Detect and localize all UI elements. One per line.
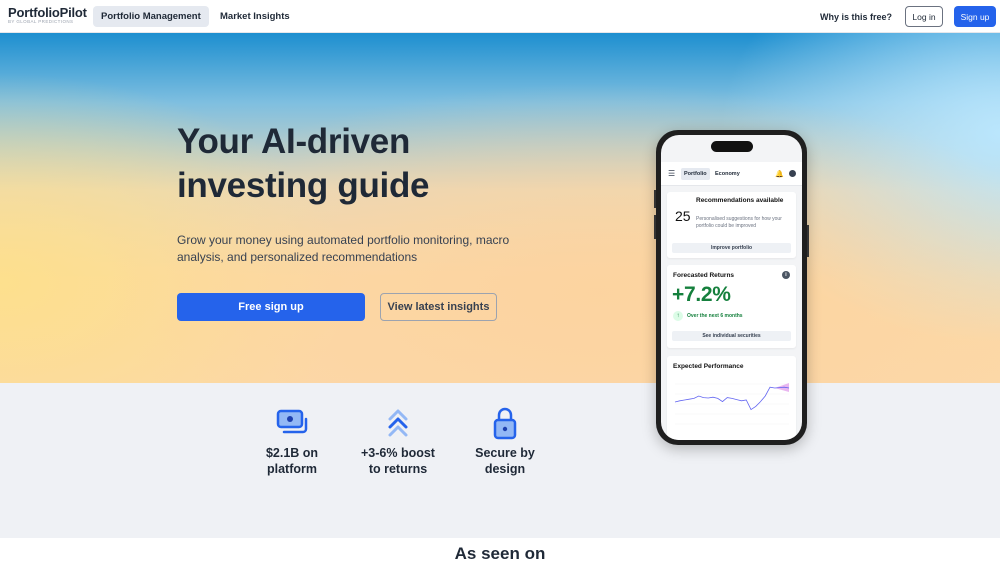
performance-line	[674, 386, 790, 411]
recommendations-card: 25 Recommendations available Personalise…	[667, 192, 796, 258]
forecasted-returns-card: Forecasted Returns i +7.2% ↑ Over the ne…	[667, 265, 796, 348]
feature-platform-line1: $2.1B on	[265, 446, 319, 460]
top-navbar: PortfolioPilot BY GLOBAL PREDICTIONS Por…	[0, 0, 1000, 33]
logo[interactable]: PortfolioPilot BY GLOBAL PREDICTIONS	[8, 6, 87, 25]
nav-tab-market-insights[interactable]: Market Insights	[212, 6, 298, 27]
recommendations-count: 25	[675, 208, 691, 224]
dynamic-island	[710, 141, 753, 152]
feature-platform: $2.1B on platform	[232, 405, 352, 477]
feature-boost-line1: +3-6% boost	[361, 446, 435, 460]
forecasted-returns-title: Forecasted Returns	[673, 272, 735, 279]
hero-title-line2: investing guide	[177, 166, 430, 205]
arrow-up-icon: ↑	[673, 311, 683, 321]
hero-subtitle: Grow your money using automated portfoli…	[177, 233, 510, 264]
free-signup-button[interactable]: Free sign up	[177, 293, 365, 321]
phone-power-button	[807, 225, 809, 257]
performance-chart	[674, 383, 790, 425]
why-free-link[interactable]: Why is this free?	[820, 6, 892, 27]
hero-title-line1: Your AI-driven	[177, 122, 411, 161]
phone-navbar: ☰ Portfolio Economy 🔔	[661, 162, 802, 186]
recommendations-title: Recommendations available	[696, 197, 784, 204]
feature-boost-line2: to returns	[368, 462, 428, 476]
feature-platform-line2: platform	[267, 462, 317, 476]
chevrons-up-icon	[388, 409, 408, 437]
user-icon[interactable]	[789, 170, 796, 177]
phone-side-button	[654, 190, 656, 208]
hero-section	[0, 33, 1000, 383]
feature-secure: Secure by design	[445, 405, 565, 477]
forecasted-returns-value: +7.2%	[672, 283, 731, 306]
signup-button[interactable]: Sign up	[954, 6, 996, 27]
bell-icon[interactable]: 🔔	[775, 170, 784, 178]
feature-boost: +3-6% boost to returns	[338, 405, 458, 477]
expected-performance-title: Expected Performance	[673, 363, 744, 370]
money-icon	[276, 409, 308, 434]
info-icon[interactable]: i	[782, 271, 790, 279]
phone-screen: ☰ Portfolio Economy 🔔 25 Recommendations…	[661, 135, 802, 440]
phone-tab-portfolio[interactable]: Portfolio	[681, 167, 710, 180]
expected-performance-card: Expected Performance	[667, 356, 796, 440]
improve-portfolio-button[interactable]: Improve portfolio	[672, 243, 791, 253]
hero-title: Your AI-driven investing guide	[177, 120, 430, 208]
login-button[interactable]: Log in	[905, 6, 943, 27]
nav-tab-portfolio-management[interactable]: Portfolio Management	[93, 6, 209, 27]
lock-icon	[493, 407, 517, 440]
phone-mockup: ☰ Portfolio Economy 🔔 25 Recommendations…	[654, 130, 809, 445]
phone-tab-economy[interactable]: Economy	[712, 168, 743, 180]
forecast-period: Over the next 6 months	[687, 313, 743, 319]
view-insights-button[interactable]: View latest insights	[380, 293, 497, 321]
phone-volume-button	[654, 215, 656, 239]
see-securities-button[interactable]: See individual securities	[672, 331, 791, 341]
feature-secure-line2: design	[484, 462, 526, 476]
hamburger-icon[interactable]: ☰	[668, 169, 675, 178]
as-seen-on-title: As seen on	[454, 544, 546, 563]
logo-text: PortfolioPilot	[8, 5, 87, 20]
feature-secure-line1: Secure by	[475, 446, 535, 460]
recommendations-description: Personalised suggestions for how your po…	[696, 216, 782, 229]
